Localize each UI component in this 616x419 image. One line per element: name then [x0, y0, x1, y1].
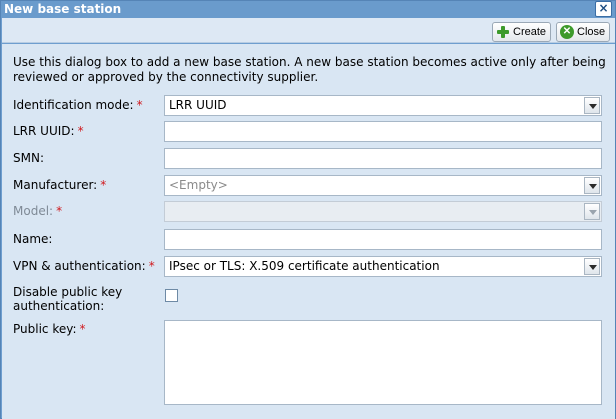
public-key-label: Public key: * — [13, 322, 86, 336]
manufacturer-label: Manufacturer: * — [13, 178, 106, 192]
disable-pubkey-label-line1: Disable public key — [13, 285, 123, 299]
chevron-down-icon[interactable] — [584, 258, 600, 275]
chevron-down-icon[interactable] — [584, 177, 600, 194]
vpn-auth-label: VPN & authentication: * — [13, 259, 155, 273]
manufacturer-label-text: Manufacturer: — [13, 178, 98, 192]
disable-pubkey-label: Disable public key authentication: — [13, 285, 122, 313]
public-key-label-text: Public key: — [13, 322, 77, 336]
dialog-description: Use this dialog box to add a new base st… — [13, 55, 606, 84]
lrr-uuid-label: LRR UUID: * — [13, 124, 84, 138]
required-marker: * — [79, 322, 86, 336]
vpn-auth-select[interactable]: IPsec or TLS: X.509 certificate authenti… — [164, 256, 602, 277]
required-marker: * — [148, 259, 155, 273]
dialog-content: Use this dialog box to add a new base st… — [2, 44, 615, 419]
model-label: Model: * — [13, 204, 62, 218]
lrr-uuid-label-text: LRR UUID: — [13, 124, 75, 138]
smn-label-text: SMN: — [13, 151, 44, 165]
new-base-station-dialog: New base station × Create ✕ Close Use th… — [0, 0, 616, 419]
public-key-textarea[interactable] — [164, 320, 602, 405]
close-button-label: Close — [577, 26, 606, 38]
chevron-down-icon — [584, 203, 600, 220]
dialog-toolbar: Create ✕ Close — [2, 18, 615, 43]
disable-pubkey-checkbox[interactable] — [165, 289, 178, 302]
create-button-label: Create — [513, 26, 547, 38]
identification-mode-label-text: Identification mode: — [13, 98, 134, 112]
identification-mode-select[interactable]: LRR UUID — [164, 95, 602, 116]
vpn-auth-label-text: VPN & authentication: — [13, 259, 146, 273]
model-select — [164, 201, 602, 222]
close-circle-icon: ✕ — [560, 25, 574, 39]
create-button[interactable]: Create — [492, 22, 552, 42]
dialog-titlebar: New base station × — [1, 1, 615, 18]
required-marker: * — [100, 178, 107, 192]
disable-pubkey-label-line2: authentication: — [13, 299, 105, 313]
identification-mode-label: Identification mode: * — [13, 98, 143, 112]
plus-icon — [496, 25, 510, 39]
identification-mode-value: LRR UUID — [169, 98, 227, 112]
close-button[interactable]: ✕ Close — [556, 22, 611, 42]
model-label-text: Model: — [13, 204, 54, 218]
name-label-text: Name: — [13, 232, 53, 246]
dialog-close-icon[interactable]: × — [595, 1, 612, 17]
manufacturer-value: <Empty> — [169, 178, 228, 192]
name-label: Name: — [13, 232, 52, 246]
lrr-uuid-input[interactable] — [164, 121, 602, 142]
required-marker: * — [56, 204, 63, 218]
manufacturer-select[interactable]: <Empty> — [164, 175, 602, 196]
required-marker: * — [77, 124, 84, 138]
name-input[interactable] — [164, 229, 602, 250]
dialog-title: New base station — [4, 2, 122, 16]
vpn-auth-value: IPsec or TLS: X.509 certificate authenti… — [169, 259, 440, 273]
smn-label: SMN: — [13, 151, 44, 165]
chevron-down-icon[interactable] — [584, 97, 600, 114]
required-marker: * — [136, 98, 143, 112]
smn-input[interactable] — [164, 148, 602, 169]
